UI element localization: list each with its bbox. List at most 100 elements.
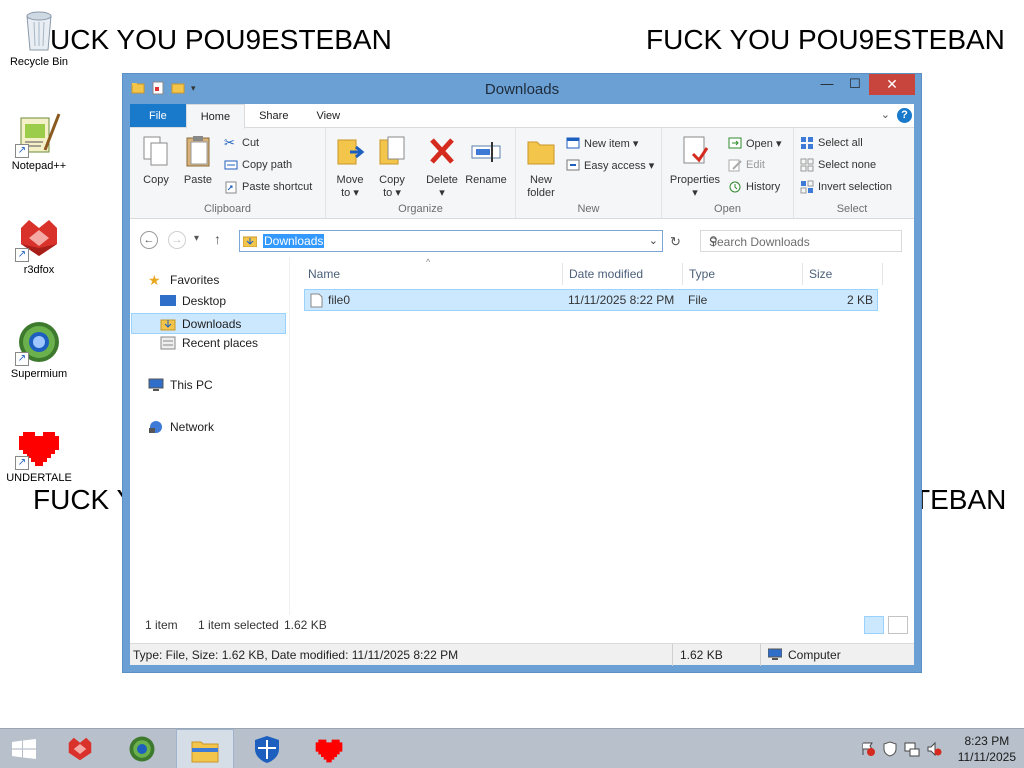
invert-selection-button[interactable]: Invert selection [800, 180, 892, 194]
address-bar[interactable]: Downloads ⌄ [239, 230, 663, 252]
desktop-icon-recycle-bin[interactable]: Recycle Bin [1, 6, 77, 68]
undertale-heart-icon [315, 739, 343, 763]
taskbar-supermium[interactable] [114, 729, 172, 768]
properties-button[interactable]: Properties ▾ [666, 134, 724, 200]
large-icons-view-icon[interactable] [888, 616, 908, 634]
maximize-button[interactable]: ☐ [841, 74, 869, 95]
minimize-button[interactable]: — [813, 74, 841, 95]
rename-button[interactable]: Rename [464, 134, 508, 187]
search-input[interactable]: Search Downloads ⚲ [700, 230, 902, 252]
nav-desktop[interactable]: Desktop [160, 294, 226, 308]
table-row[interactable]: file0 11/11/2025 8:22 PM File 2 KB [304, 289, 878, 311]
item-count: 1 item [145, 618, 178, 632]
downloads-folder-icon [243, 236, 257, 247]
tab-home[interactable]: Home [185, 104, 246, 129]
shield-icon[interactable] [882, 741, 898, 757]
network-icon[interactable] [904, 741, 920, 757]
column-header-date[interactable]: Date modified [569, 267, 643, 281]
taskbar-undertale[interactable] [300, 729, 358, 768]
undertale-heart-icon: ↗ [15, 422, 63, 470]
status-size: 1.62 KB [680, 648, 723, 662]
move-to-button[interactable]: Move to ▾ [332, 134, 368, 200]
forward-button[interactable]: → [168, 231, 186, 249]
close-button[interactable]: ✕ [869, 74, 915, 95]
clock[interactable]: 8:23 PM 11/11/2025 [958, 733, 1016, 765]
clock-date: 11/11/2025 [957, 750, 1016, 764]
new-item-button[interactable]: New item ▾ [566, 136, 638, 150]
start-button[interactable] [0, 729, 48, 768]
desktop-icon-undertale[interactable]: ↗ UNDERTALE [1, 422, 77, 484]
nav-network[interactable]: Network [148, 420, 214, 434]
address-dropdown-icon[interactable]: ⌄ [649, 234, 658, 247]
copy-path-icon [224, 160, 238, 170]
delete-button[interactable]: Delete ▾ [422, 134, 462, 200]
window-title: Downloads [484, 81, 560, 98]
column-header-size[interactable]: Size [809, 267, 832, 281]
open-button[interactable]: Open ▾ [728, 136, 782, 150]
recent-locations-icon[interactable]: ▾ [194, 233, 199, 244]
action-center-flag-icon[interactable] [860, 741, 876, 757]
taskbar-defender[interactable] [238, 729, 296, 768]
invert-selection-icon [800, 180, 814, 194]
explorer-window[interactable]: ▾ Downloads — ☐ ✕ File Home Share View ⌄… [122, 73, 922, 673]
edit-button[interactable]: Edit [728, 158, 765, 172]
file-name: file0 [328, 293, 351, 307]
tab-share[interactable]: Share [245, 104, 302, 127]
nav-recent-places[interactable]: Recent places [160, 336, 258, 350]
search-icon: ⚲ [709, 234, 718, 248]
supermium-icon: ↗ [15, 318, 63, 366]
ribbon-group-organize: Move to ▾ Copy to ▾ Delete ▾ Rename Orga… [326, 128, 516, 218]
paste-shortcut-button[interactable]: Paste shortcut [224, 180, 312, 194]
ribbon-group-label: Clipboard [203, 203, 252, 215]
select-none-button[interactable]: Select none [800, 158, 876, 172]
speaker-muted-icon[interactable] [926, 741, 942, 757]
ribbon-expand-icon[interactable]: ⌄ [881, 108, 890, 121]
computer-icon [148, 378, 164, 391]
taskbar-file-explorer[interactable] [176, 729, 234, 768]
new-item-icon [566, 137, 580, 149]
copy-button[interactable]: Copy [136, 134, 176, 187]
easy-access-button[interactable]: Easy access ▾ [566, 158, 654, 172]
desktop-icon-supermium[interactable]: ↗ Supermium [1, 318, 77, 380]
column-separator [562, 263, 563, 285]
nav-this-pc[interactable]: This PC [148, 378, 213, 392]
history-button[interactable]: History [728, 180, 780, 194]
window-titlebar[interactable]: ▾ Downloads — ☐ ✕ [123, 74, 921, 104]
nav-downloads[interactable]: Downloads [131, 313, 286, 334]
ribbon-group-new: New folder New item ▾ Easy access ▾ New [516, 128, 662, 218]
nav-favorites[interactable]: ★ Favorites [148, 273, 219, 287]
copy-icon [143, 136, 168, 166]
column-header-name[interactable]: Name [308, 267, 340, 281]
ribbon-group-label: Select [836, 203, 868, 215]
up-arrow-icon[interactable]: ↑ [214, 231, 221, 247]
back-button[interactable]: ← [140, 231, 158, 249]
desktop-icon-r3dfox[interactable]: ↗ r3dfox [1, 214, 77, 276]
tab-file[interactable]: File [130, 104, 186, 127]
wallpaper-text: FUCK YOU POU9ESTEBAN [646, 24, 1005, 55]
copy-path-button[interactable]: Copy path [224, 158, 292, 172]
refresh-icon[interactable]: ↻ [670, 234, 681, 250]
help-icon[interactable]: ? [897, 108, 912, 123]
clock-time: 8:23 PM [964, 734, 1010, 748]
view-toggle [864, 616, 908, 634]
downloads-folder-icon [160, 319, 176, 330]
paste-icon [186, 136, 210, 167]
details-view-icon[interactable] [864, 616, 884, 634]
cut-button[interactable]: ✂ Cut [224, 136, 259, 150]
ribbon: Copy Paste ✂ Cut Copy path Paste shortcu… [130, 128, 914, 219]
paste-button[interactable]: Paste [178, 134, 218, 187]
r3dfox-icon: ↗ [15, 214, 63, 262]
new-folder-button[interactable]: New folder [522, 134, 560, 200]
select-all-button[interactable]: Select all [800, 136, 863, 150]
ribbon-group-label: Open [714, 203, 741, 215]
copy-to-button[interactable]: Copy to ▾ [374, 134, 410, 200]
file-list: ^ Name Date modified Type Size file0 11/… [300, 257, 914, 615]
taskbar-r3dfox[interactable] [52, 729, 110, 768]
r3dfox-icon [68, 737, 92, 761]
tab-view[interactable]: View [302, 104, 354, 127]
desktop-icon-notepad-plus-plus[interactable]: ↗ Notepad++ [1, 110, 77, 172]
column-header-type[interactable]: Type [689, 267, 715, 281]
scissors-icon: ✂ [224, 135, 235, 150]
star-icon: ★ [148, 272, 161, 288]
rename-icon [471, 142, 501, 162]
